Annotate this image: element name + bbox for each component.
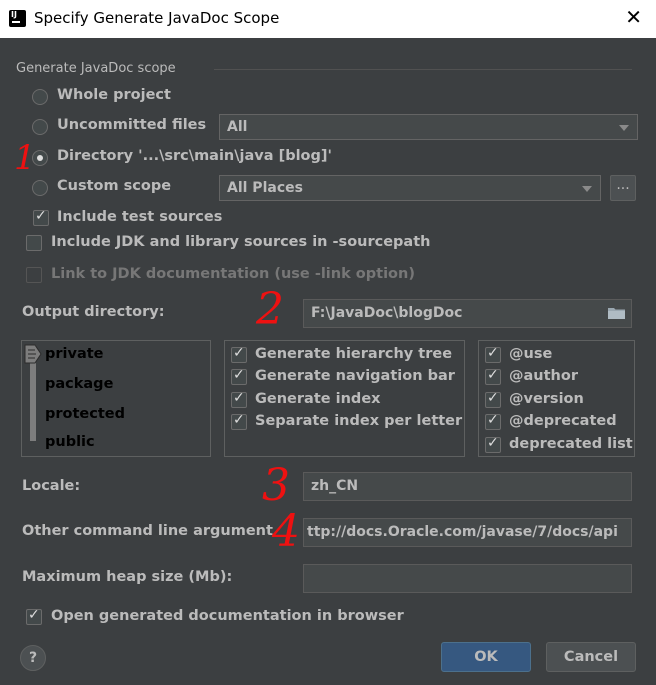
max-heap-field[interactable] [303,564,632,593]
generate-index-label[interactable]: Generate index [255,391,381,407]
output-directory-value: F:\JavaDoc\blogDoc [311,305,463,321]
folder-icon[interactable] [608,307,625,319]
tag-use-label[interactable]: @use [509,346,552,362]
generate-hierarchy-tree-label[interactable]: Generate hierarchy tree [255,346,452,362]
title-bar: IJ Specify Generate JavaDoc Scope ✕ [0,0,656,38]
link-jdk-checkbox[interactable] [26,267,42,283]
max-heap-label: Maximum heap size (Mb): [22,569,233,585]
group-separator [214,69,632,70]
locale-value: zh_CN [311,478,359,494]
visibility-level-protected[interactable]: protected [45,406,125,422]
help-button[interactable]: ? [20,645,46,671]
radio-label-custom-scope[interactable]: Custom scope [57,178,171,194]
tag-version-checkbox[interactable] [485,390,501,408]
tag-use-checkbox[interactable] [485,345,501,363]
tag-deprecated-label[interactable]: @deprecated [509,413,617,429]
radio-uncommitted-files[interactable] [32,119,48,135]
other-args-label: Other command line argument [22,523,273,539]
separate-index-label[interactable]: Separate index per letter [255,413,462,429]
generate-index-checkbox[interactable] [231,390,247,408]
open-in-browser-checkbox[interactable] [26,607,42,625]
other-args-value: ttp://docs.Oracle.com/javase/7/docs/api [307,524,618,540]
uncommitted-changelist-combo[interactable]: All [219,114,638,140]
radio-whole-project[interactable] [32,89,48,105]
chevron-down-icon [582,186,592,192]
other-args-field[interactable]: ttp://docs.Oracle.com/javase/7/docs/api [303,518,632,547]
locale-label: Locale: [22,478,81,494]
generate-navigation-bar-checkbox[interactable] [231,367,247,385]
tag-author-label[interactable]: @author [509,368,578,384]
tag-author-checkbox[interactable] [485,367,501,385]
visibility-level-private[interactable]: private [45,346,104,362]
tag-deprecated-checkbox[interactable] [485,412,501,430]
output-directory-label: Output directory: [22,304,165,320]
generate-navigation-bar-label[interactable]: Generate navigation bar [255,368,455,384]
uncommitted-combo-value: All [227,119,248,135]
radio-label-uncommitted-files[interactable]: Uncommitted files [57,117,206,133]
cancel-button[interactable]: Cancel [546,642,636,672]
include-jdk-checkbox[interactable] [26,235,42,251]
window-title: Specify Generate JavaDoc Scope [34,9,280,27]
annotation-number-3: 3 [262,460,290,511]
locale-field[interactable]: zh_CN [303,472,632,501]
link-jdk-label[interactable]: Link to JDK documentation (use -link opt… [51,266,415,282]
chevron-down-icon [619,125,629,131]
intellij-app-icon: IJ [9,10,26,27]
annotation-number-2: 2 [256,284,284,335]
open-in-browser-label[interactable]: Open generated documentation in browser [51,608,404,624]
deprecated-list-checkbox[interactable] [485,435,501,453]
close-icon[interactable]: ✕ [625,7,642,27]
include-jdk-label[interactable]: Include JDK and library sources in -sour… [51,234,430,250]
custom-scope-combo[interactable]: All Places [219,175,601,201]
include-test-sources-label[interactable]: Include test sources [57,209,222,225]
visibility-slider-thumb[interactable] [24,344,42,364]
radio-custom-scope[interactable] [32,180,48,196]
visibility-level-public[interactable]: public [45,434,95,450]
visibility-level-package[interactable]: package [45,376,113,392]
scope-group-label: Generate JavaDoc scope [16,61,176,76]
include-test-sources-checkbox[interactable] [33,208,49,226]
annotation-number-1: 1 [14,138,36,178]
output-directory-field[interactable]: F:\JavaDoc\blogDoc [303,299,632,328]
tag-version-label[interactable]: @version [509,391,584,407]
radio-label-directory[interactable]: Directory '...\src\main\java [blog]' [57,148,332,164]
generate-hierarchy-tree-checkbox[interactable] [231,345,247,363]
annotation-number-4: 4 [272,506,300,557]
deprecated-list-label[interactable]: deprecated list [509,436,633,452]
radio-label-whole-project[interactable]: Whole project [57,87,171,103]
custom-scope-more-button[interactable]: ... [610,175,636,201]
ok-button[interactable]: OK [441,642,531,672]
custom-scope-combo-value: All Places [227,180,303,196]
separate-index-checkbox[interactable] [231,412,247,430]
